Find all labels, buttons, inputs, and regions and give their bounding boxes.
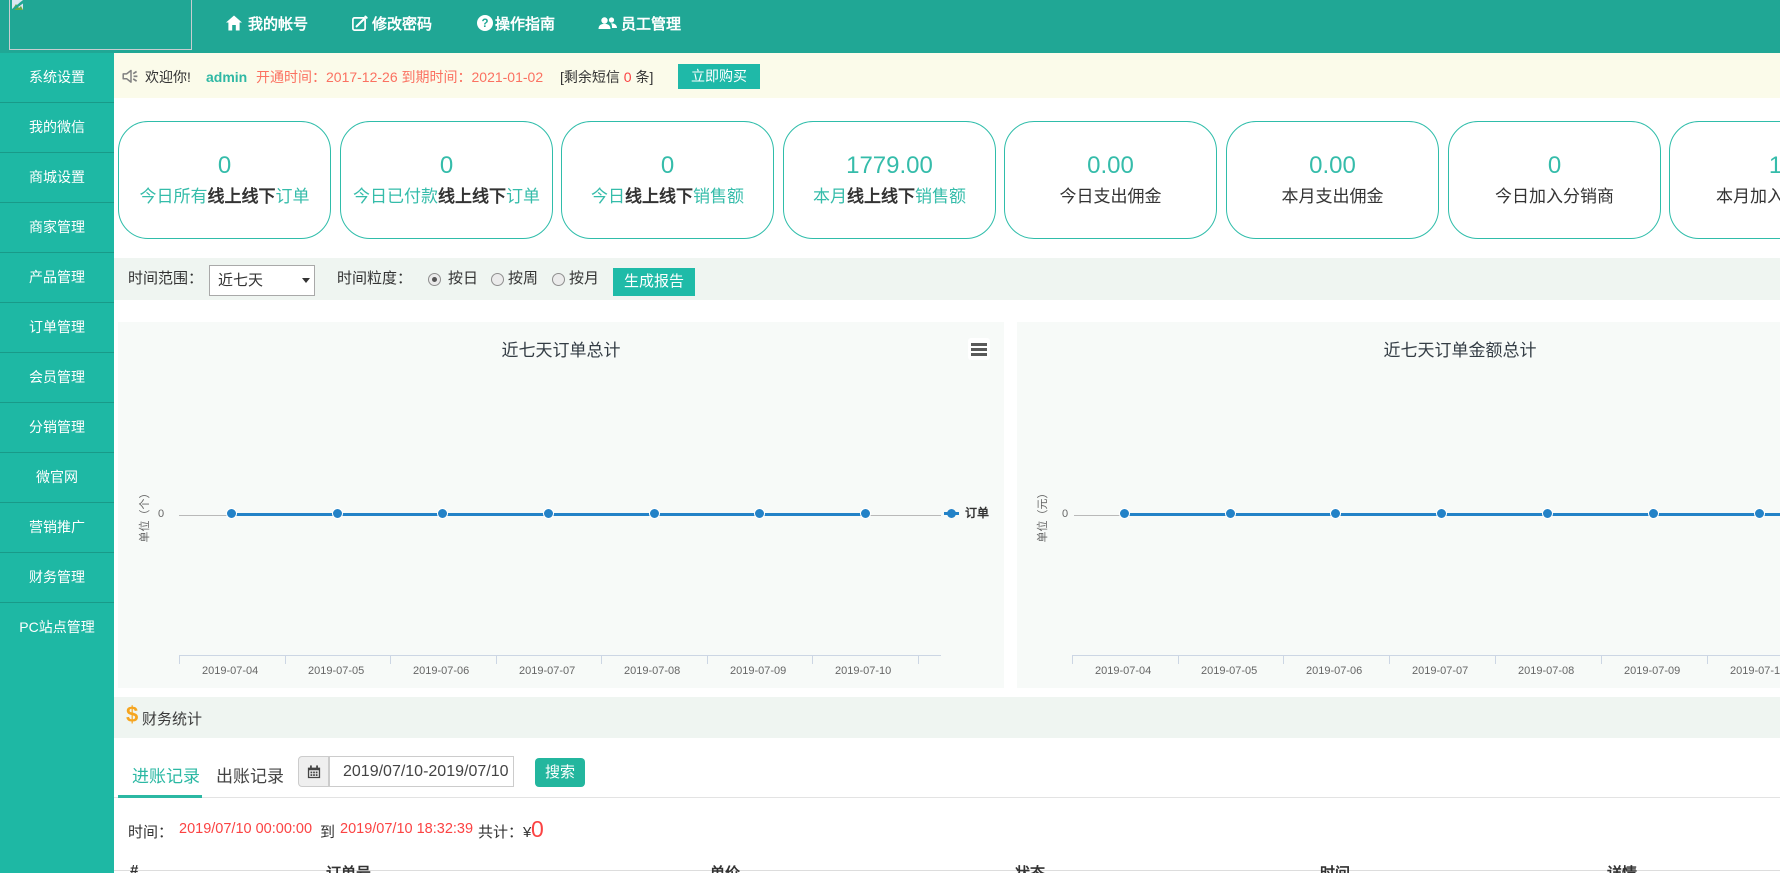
svg-text:?: ?: [481, 18, 488, 30]
